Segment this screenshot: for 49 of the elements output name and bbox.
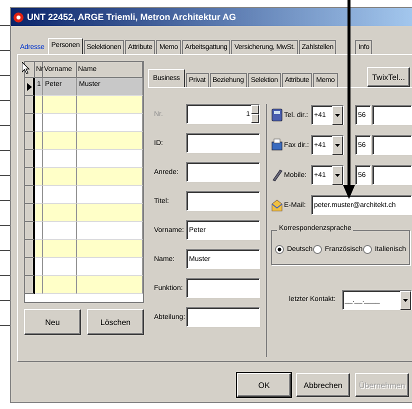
envelope-icon (271, 198, 283, 212)
cancel-button[interactable]: Abbrechen (296, 373, 350, 397)
phone-number-field[interactable] (372, 165, 412, 185)
table-row[interactable] (25, 276, 143, 294)
input-field[interactable] (186, 133, 260, 153)
phone-number-field[interactable] (372, 135, 412, 155)
table-cell (77, 276, 143, 294)
row-header[interactable] (25, 222, 35, 240)
table-cell (43, 276, 77, 294)
window-title: UNT 22452, ARGE Triemli, Metron Architektur AG (27, 12, 236, 22)
dropdown-arrow-icon (402, 298, 408, 302)
input-field[interactable] (186, 191, 260, 211)
table-row[interactable] (25, 240, 143, 258)
table-row[interactable] (25, 222, 143, 240)
table-row[interactable] (25, 168, 143, 186)
table-row[interactable] (25, 96, 143, 114)
row-header[interactable] (25, 78, 35, 96)
ok-button[interactable]: OK (237, 373, 291, 397)
app-icon (13, 12, 24, 22)
fax-icon (271, 138, 283, 152)
table-row[interactable] (25, 114, 143, 132)
table-row[interactable] (25, 132, 143, 150)
row-header[interactable] (25, 204, 35, 222)
table-row[interactable] (25, 258, 143, 276)
new-button[interactable]: Neu (24, 309, 81, 335)
row-header[interactable] (25, 168, 35, 186)
phone-icon (271, 108, 283, 122)
row-header[interactable] (25, 276, 35, 294)
dropdown-arrow-icon (335, 174, 340, 176)
input-field[interactable] (186, 162, 260, 182)
row-header[interactable] (25, 240, 35, 258)
dropdown-arrow-icon (335, 144, 340, 146)
input-field[interactable] (186, 278, 260, 298)
dropdown-arrow-icon (335, 114, 340, 116)
phone-number-field[interactable] (372, 105, 412, 125)
twixtel-button[interactable]: TwixTel... (367, 67, 410, 87)
table-row[interactable] (25, 150, 143, 168)
row-header[interactable] (25, 258, 35, 276)
delete-button[interactable]: Löschen (87, 309, 144, 335)
row-header[interactable] (25, 114, 35, 132)
row-header[interactable] (25, 96, 35, 114)
current-row-icon (26, 82, 32, 90)
row-header[interactable] (25, 132, 35, 150)
input-field[interactable] (186, 307, 260, 327)
table-row[interactable] (25, 186, 143, 204)
row-header[interactable] (25, 186, 35, 204)
table-row[interactable] (25, 204, 143, 222)
row-header[interactable] (25, 150, 35, 168)
mobile-phone-icon (271, 168, 283, 182)
